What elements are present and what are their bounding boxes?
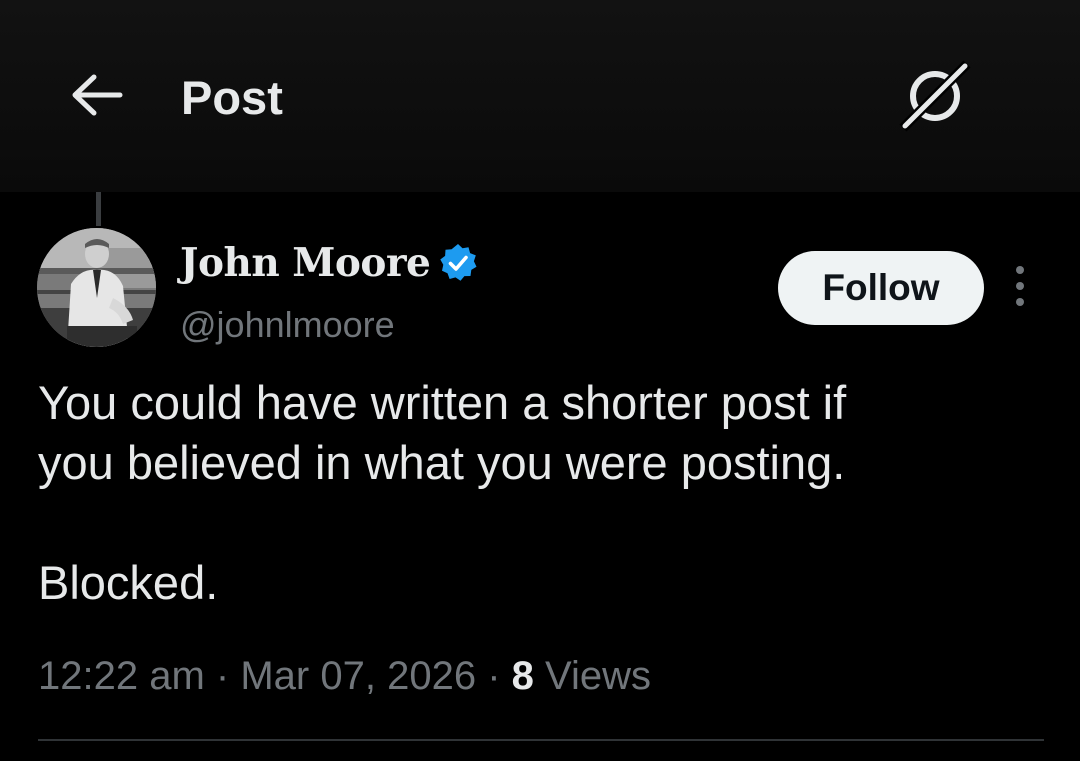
page-title: Post — [181, 71, 283, 124]
post-text-line: You could have written a shorter post if — [38, 376, 847, 429]
views-stat[interactable]: 8 Views — [512, 654, 651, 698]
post-text-line: you believed in what you were posting. — [38, 436, 846, 489]
more-options-button[interactable] — [1002, 262, 1038, 314]
more-vertical-icon — [1014, 264, 1026, 313]
author-name[interactable]: John Moore — [180, 240, 431, 286]
follow-button[interactable]: Follow — [778, 251, 984, 325]
post-date[interactable]: Mar 07, 2026 — [240, 654, 476, 698]
author-name-row: John Moore — [180, 235, 478, 291]
verified-badge-icon[interactable] — [438, 243, 478, 283]
author-handle[interactable]: @johnlmoore — [180, 303, 395, 347]
arrow-left-icon — [68, 73, 124, 122]
post-metadata: 12:22 am · Mar 07, 2026 · 8 Views — [38, 650, 651, 702]
views-count: 8 — [511, 654, 534, 698]
views-label: Views — [545, 654, 651, 698]
back-button[interactable] — [60, 66, 132, 128]
post-text-line: Blocked. — [38, 556, 219, 609]
grok-button[interactable] — [893, 58, 977, 138]
avatar[interactable] — [37, 228, 156, 347]
top-bar: Post — [0, 0, 1080, 192]
post-time[interactable]: 12:22 am — [38, 654, 205, 698]
divider — [38, 739, 1044, 741]
post-body: You could have written a shorter post if… — [38, 373, 1048, 613]
thread-connector-line — [96, 192, 101, 226]
avatar-photo — [37, 228, 156, 347]
grok-icon — [897, 59, 973, 137]
meta-separator: · — [487, 654, 501, 698]
meta-separator: · — [215, 654, 230, 698]
